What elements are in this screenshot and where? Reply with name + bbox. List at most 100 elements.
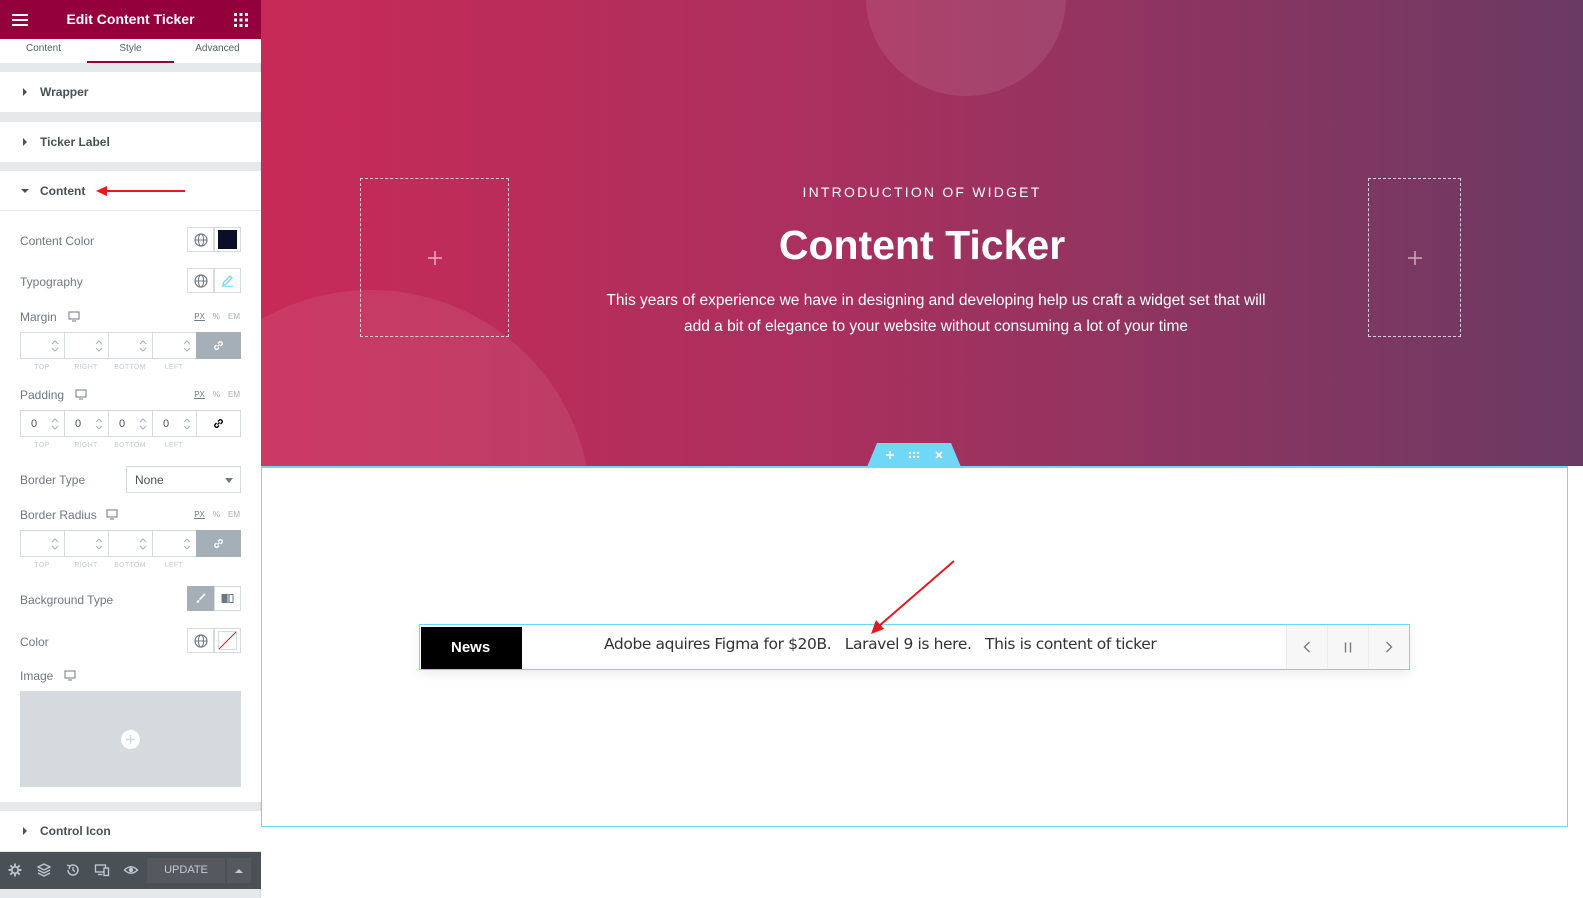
link-icon (214, 419, 223, 428)
unit-em[interactable]: EM (228, 510, 240, 519)
padding-left-input[interactable]: 0 (152, 410, 196, 437)
image-upload[interactable] (20, 691, 241, 787)
global-bg-color-button[interactable] (187, 628, 214, 653)
radius-right-input[interactable] (64, 530, 108, 557)
radius-top-input[interactable] (20, 530, 64, 557)
panel-header: Edit Content Ticker (0, 0, 261, 39)
bg-color-picker[interactable] (214, 628, 241, 653)
pause-icon (1344, 642, 1352, 652)
border-type-label: Border Type (20, 473, 86, 487)
unit-percent[interactable]: % (213, 312, 220, 321)
unit-percent[interactable]: % (213, 510, 220, 519)
update-button[interactable]: UPDATE (147, 858, 225, 883)
border-radius-label: Border Radius (20, 508, 97, 522)
hero-title: Content Ticker (778, 222, 1066, 268)
padding-units: PX % EM (194, 390, 240, 399)
padding-bottom-input[interactable]: 0 (108, 410, 152, 437)
margin-left-input[interactable] (152, 332, 196, 359)
margin-units: PX % EM (194, 312, 240, 321)
ticker-controls (1286, 625, 1409, 669)
tab-advanced[interactable]: Advanced (174, 39, 261, 63)
pencil-icon (222, 275, 233, 287)
annotation-arrow (96, 186, 185, 196)
unit-em[interactable]: EM (228, 312, 240, 321)
ticker-label: News (421, 627, 522, 669)
link-icon (214, 539, 223, 548)
eye-icon[interactable] (123, 862, 139, 878)
radius-left-input[interactable] (152, 530, 196, 557)
section-control-icon[interactable]: Control Icon (0, 811, 261, 851)
tab-content[interactable]: Content (0, 39, 87, 63)
caret-down-icon (21, 189, 29, 193)
tab-style[interactable]: Style (87, 39, 174, 63)
margin-dim-labels: TOP RIGHT BOTTOM LEFT (34, 364, 184, 371)
unit-em[interactable]: EM (228, 390, 240, 399)
ticker-item[interactable]: This is content of ticker (985, 635, 1157, 653)
padding-top-input[interactable]: 0 (20, 410, 64, 437)
globe-icon (193, 633, 208, 648)
unit-percent[interactable]: % (213, 390, 220, 399)
padding-dim-labels: TOP RIGHT BOTTOM LEFT (34, 442, 184, 449)
desktop-icon[interactable] (64, 670, 76, 681)
section-wrapper[interactable]: Wrapper (0, 72, 261, 112)
padding-right-input[interactable]: 0 (64, 410, 108, 437)
radius-link-button[interactable] (196, 530, 241, 557)
desktop-icon[interactable] (68, 311, 80, 322)
spinner-icon (183, 538, 191, 550)
chevron-down-icon (225, 478, 233, 483)
spinner-icon (51, 418, 59, 430)
spinner-icon (95, 418, 103, 430)
margin-right-input[interactable] (64, 332, 108, 359)
spinner-icon (183, 340, 191, 352)
caret-up-icon (235, 868, 243, 873)
settings-icon[interactable] (7, 862, 23, 878)
spinner-icon (139, 340, 147, 352)
panel-footer: UPDATE (0, 852, 261, 889)
ticker-item[interactable]: Adobe aquires Figma for $20B. (604, 635, 832, 653)
margin-bottom-input[interactable] (108, 332, 152, 359)
unit-px[interactable]: PX (194, 510, 205, 519)
unit-px[interactable]: PX (194, 390, 205, 399)
bg-gradient-button[interactable] (214, 586, 241, 611)
update-options-button[interactable] (227, 858, 251, 883)
hero-section: INTRODUCTION OF WIDGET Content Ticker Th… (261, 0, 1583, 466)
section-wrapper-label: Wrapper (40, 85, 89, 99)
ticker-next-button[interactable] (1368, 625, 1409, 669)
ticker-pause-button[interactable] (1327, 625, 1368, 669)
global-color-button[interactable] (187, 227, 214, 252)
desktop-icon[interactable] (75, 389, 87, 400)
layers-icon[interactable] (36, 862, 52, 878)
spinner-icon (51, 538, 59, 550)
color-label: Color (20, 635, 49, 649)
apps-grid-icon[interactable] (231, 10, 251, 30)
padding-label: Padding (20, 388, 65, 402)
color-swatch (218, 230, 237, 249)
border-type-select[interactable]: None (126, 466, 241, 493)
global-typography-button[interactable] (187, 268, 214, 293)
responsive-icon[interactable] (94, 862, 110, 878)
editor-panel: Edit Content Ticker Content Style Advanc… (0, 0, 261, 898)
padding-link-button[interactable] (196, 410, 241, 437)
radius-bottom-input[interactable] (108, 530, 152, 557)
content-color-picker[interactable] (214, 227, 241, 252)
desktop-icon[interactable] (106, 509, 118, 520)
padding-inputs: 0 0 0 0 (20, 410, 241, 437)
border-type-value: None (135, 473, 164, 487)
section-ticker-label[interactable]: Ticker Label (0, 122, 261, 162)
globe-icon (193, 273, 208, 288)
margin-top-input[interactable] (20, 332, 64, 359)
link-icon (214, 341, 223, 350)
bg-classic-button[interactable] (187, 586, 214, 611)
content-color-label: Content Color (20, 234, 95, 248)
edit-typography-button[interactable] (214, 268, 241, 293)
content-controls: Content Color Typography Margin PX % EM (0, 211, 261, 802)
ticker-prev-button[interactable] (1286, 625, 1327, 669)
caret-right-icon (23, 827, 27, 835)
history-icon[interactable] (65, 862, 81, 878)
border-radius-inputs (20, 530, 241, 557)
panel-title: Edit Content Ticker (66, 11, 195, 27)
margin-link-button[interactable] (196, 332, 241, 359)
brush-icon (196, 593, 206, 603)
gradient-icon (221, 594, 234, 603)
unit-px[interactable]: PX (194, 312, 205, 321)
